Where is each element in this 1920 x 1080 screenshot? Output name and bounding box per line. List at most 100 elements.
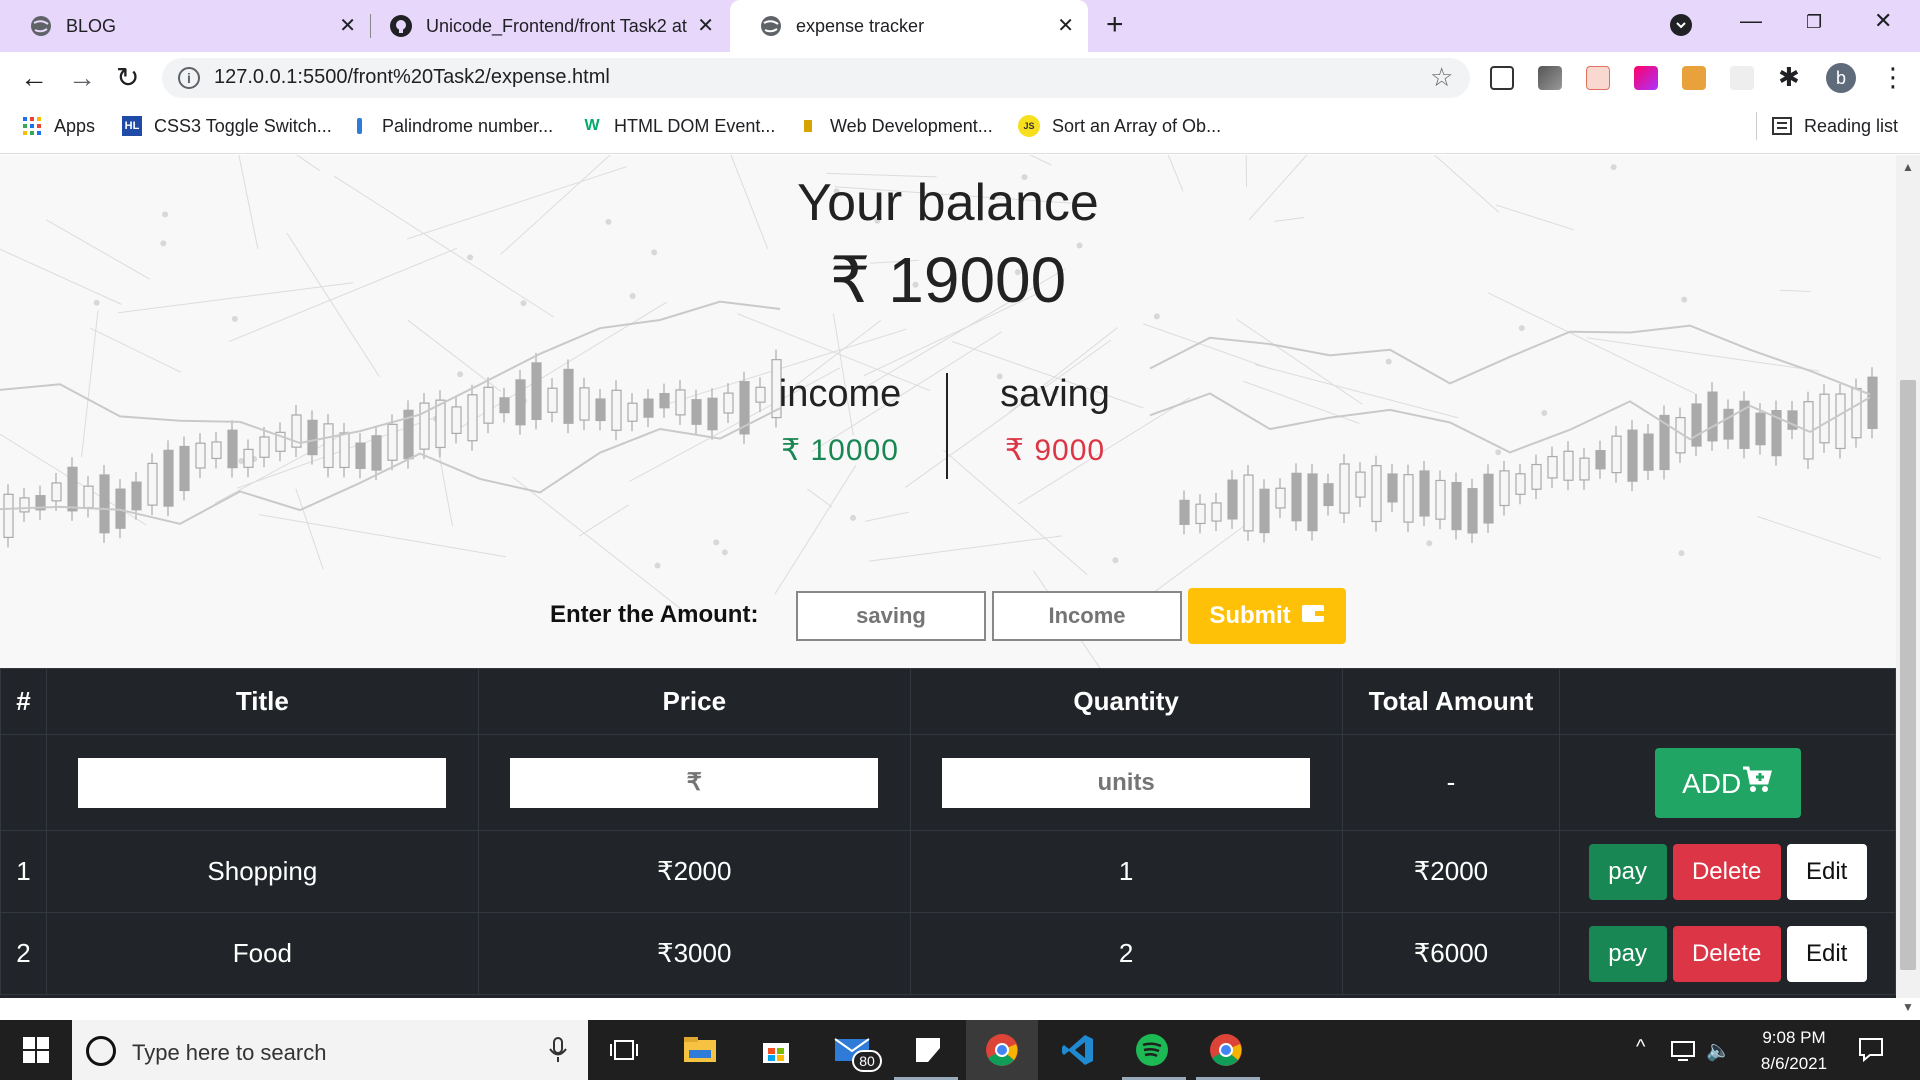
extension-color-icon[interactable] [1634, 66, 1658, 90]
microsoft-store-icon[interactable] [754, 1028, 798, 1072]
extension-capture-icon[interactable] [1490, 66, 1514, 90]
close-icon[interactable]: ✕ [697, 14, 714, 38]
window-close-icon[interactable]: ✕ [1874, 8, 1892, 34]
row-quantity: 2 [909, 912, 1343, 995]
delete-button[interactable]: Delete [1672, 843, 1781, 900]
clock-date[interactable]: 8/6/2021 [1744, 1054, 1844, 1074]
close-icon[interactable]: ✕ [339, 14, 356, 38]
restore-icon[interactable]: ❐ [1806, 12, 1822, 33]
saving-input[interactable] [796, 591, 986, 641]
chrome-profile-icon[interactable] [1204, 1028, 1248, 1072]
kebab-menu-icon[interactable]: ⋮ [1880, 62, 1906, 93]
tab-github[interactable]: Unicode_Frontend/front Task2 at ✕ [360, 0, 728, 52]
tab-title: expense tracker [796, 15, 925, 36]
add-button[interactable]: ADD [1654, 747, 1801, 818]
bookmark-label: Apps [54, 115, 96, 136]
bookmark-icon [798, 116, 818, 136]
edit-button[interactable]: Edit [1786, 843, 1867, 900]
delete-button[interactable]: Delete [1672, 925, 1781, 982]
scroll-up-arrow-icon[interactable]: ▲ [1902, 160, 1914, 174]
bookmark-palindrome[interactable]: Palindrome number... [350, 114, 553, 138]
tab-expense-tracker[interactable]: expense tracker ✕ [730, 0, 1088, 52]
bookmark-html-dom[interactable]: W HTML DOM Event... [582, 114, 775, 138]
vscode-icon[interactable] [1056, 1028, 1100, 1072]
cart-plus-icon [1741, 766, 1773, 799]
taskbar-search-placeholder: Type here to search [132, 1040, 327, 1065]
windows-start-icon[interactable] [14, 1028, 58, 1072]
show-hidden-icons-chevron-icon[interactable]: ^ [1636, 1036, 1645, 1059]
row-index: 1 [0, 830, 47, 913]
pay-button[interactable]: pay [1588, 925, 1667, 982]
globe-icon [30, 15, 52, 37]
forward-arrow-icon[interactable]: → [68, 62, 96, 94]
reading-list-button[interactable]: Reading list [1772, 114, 1898, 138]
tab-blog[interactable]: BLOG ✕ [0, 0, 370, 52]
quantity-cell [909, 734, 1343, 831]
bookmark-sort-array[interactable]: JS Sort an Array of Ob... [1018, 114, 1221, 138]
bookmark-label: Web Development... [830, 115, 993, 136]
bookmark-apps[interactable]: Apps [22, 114, 95, 138]
reload-icon[interactable]: ↻ [116, 62, 139, 94]
extension-notes-icon[interactable] [1586, 66, 1610, 90]
bookmark-web-development[interactable]: Web Development... [798, 114, 993, 138]
stat-divider [946, 373, 948, 479]
title-input[interactable] [78, 757, 447, 808]
profile-avatar[interactable]: b [1826, 63, 1856, 93]
chrome-icon[interactable] [980, 1028, 1024, 1072]
cortana-circle-icon [86, 1036, 116, 1066]
tab-title: Unicode_Frontend/front Task2 at [426, 15, 687, 36]
volume-icon[interactable]: 🔈 [1706, 1038, 1731, 1063]
row-total: ₹2000 [1341, 830, 1561, 913]
scrollbar-thumb[interactable] [1900, 380, 1916, 970]
header-price: Price [477, 668, 911, 735]
action-center-icon[interactable] [1858, 1036, 1884, 1067]
edit-button[interactable]: Edit [1786, 925, 1867, 982]
submit-button[interactable]: Submit [1188, 588, 1346, 644]
bookmark-label: HTML DOM Event... [614, 115, 776, 136]
page-viewport: Your balance ₹ 19000 income ₹ 10000 savi… [0, 155, 1896, 998]
header-quantity: Quantity [909, 668, 1343, 735]
bookmark-css3-toggle[interactable]: HL CSS3 Toggle Switch... [122, 114, 332, 138]
info-icon[interactable]: i [178, 67, 200, 89]
reading-list-icon [1772, 116, 1792, 136]
income-label: income [778, 373, 902, 415]
scroll-down-arrow-icon[interactable]: ▼ [1902, 1000, 1914, 1014]
hl-icon: HL [122, 116, 142, 136]
saving-value: ₹ 9000 [1004, 434, 1106, 467]
header-actions [1559, 668, 1896, 735]
back-arrow-icon[interactable]: ← [20, 62, 48, 94]
table-row: 2 Food ₹3000 2 ₹6000 pay Delete Edit [0, 912, 1896, 995]
file-explorer-icon[interactable] [678, 1028, 722, 1072]
row-actions: pay Delete Edit [1559, 912, 1896, 995]
spotify-icon[interactable] [1130, 1028, 1174, 1072]
pay-button[interactable]: pay [1588, 843, 1667, 900]
extension-ruler-icon[interactable] [1682, 66, 1706, 90]
wallet-icon [1301, 602, 1325, 631]
extension-picker-icon[interactable] [1538, 66, 1562, 90]
task-view-icon[interactable] [602, 1028, 646, 1072]
row-price: ₹2000 [477, 830, 911, 913]
new-tab-plus-icon[interactable]: + [1106, 10, 1124, 40]
minimize-icon[interactable]: — [1740, 8, 1762, 34]
close-icon[interactable]: ✕ [1057, 14, 1074, 38]
bookmark-star-icon[interactable]: ☆ [1430, 62, 1453, 93]
bookmark-icon [350, 116, 370, 136]
row-price: ₹3000 [477, 912, 911, 995]
quantity-input[interactable] [942, 757, 1311, 808]
income-input[interactable] [992, 591, 1182, 641]
price-input[interactable] [510, 757, 879, 808]
tab-search-chevron-icon[interactable] [1670, 14, 1692, 36]
table-header-row: # Title Price Quantity Total Amount [0, 668, 1896, 735]
row-quantity: 1 [909, 830, 1343, 913]
clock-time[interactable]: 9:08 PM [1754, 1028, 1834, 1048]
js-icon: JS [1018, 115, 1040, 137]
network-icon[interactable] [1670, 1040, 1696, 1067]
microphone-icon[interactable] [548, 1036, 568, 1069]
sticky-notes-icon[interactable] [906, 1028, 950, 1072]
w3-icon: W [584, 117, 600, 134]
extension-blank-icon[interactable] [1730, 66, 1754, 90]
add-label: ADD [1682, 768, 1742, 799]
input-row-total: - [1341, 734, 1561, 831]
github-icon [390, 15, 412, 37]
extensions-puzzle-icon[interactable]: ✱ [1778, 62, 1800, 93]
